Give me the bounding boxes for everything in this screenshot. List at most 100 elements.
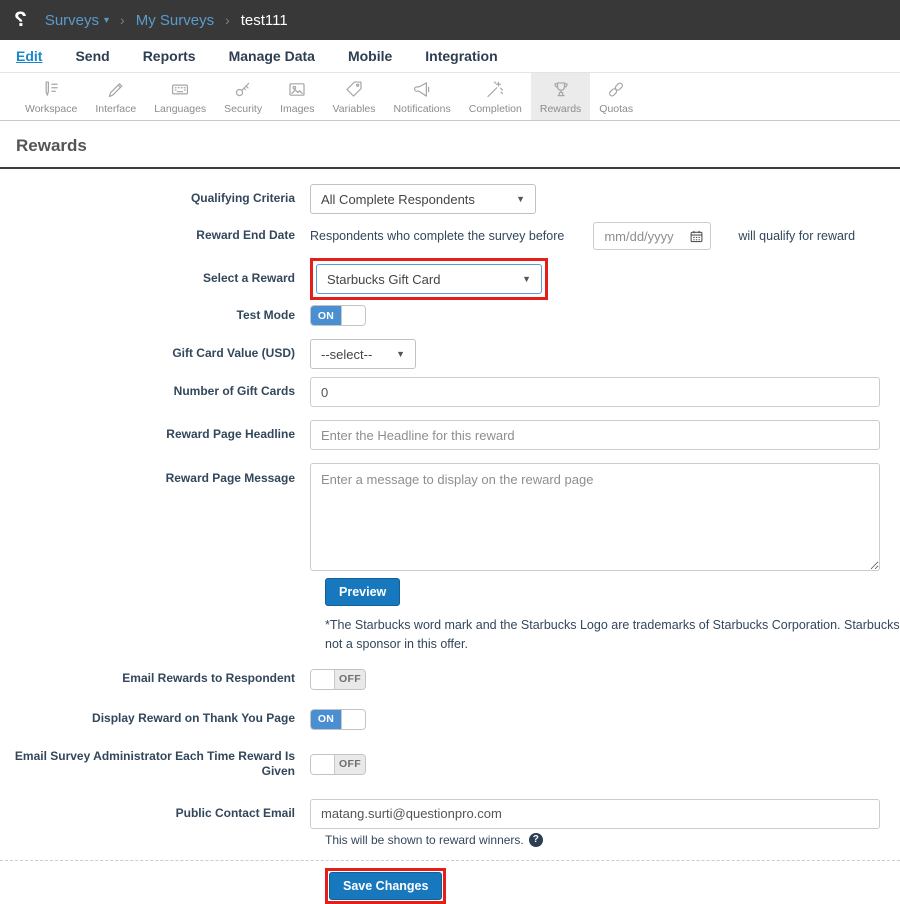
reward-end-date-label: Reward End Date	[0, 228, 310, 244]
tab-send[interactable]: Send	[75, 48, 109, 64]
select-reward-label: Select a Reward	[0, 271, 310, 287]
breadcrumb-my-surveys[interactable]: My Surveys	[136, 12, 214, 29]
breadcrumb-current-survey: test111	[241, 12, 288, 29]
save-changes-button[interactable]: Save Changes	[329, 872, 442, 900]
breadcrumb-separator-icon: ›	[120, 12, 125, 28]
starbucks-disclaimer-text: *The Starbucks word mark and the Starbuc…	[325, 616, 900, 655]
dashed-divider	[0, 860, 900, 861]
toggle-track	[311, 670, 335, 689]
toggle-state-label: ON	[311, 710, 341, 729]
top-bar: ? Surveys ▾ › My Surveys › test111	[0, 0, 900, 40]
toolbar-item-completion[interactable]: Completion	[460, 73, 531, 120]
help-question-icon[interactable]: ?	[529, 833, 543, 847]
toolbar-item-label: Images	[280, 103, 314, 115]
toolbar-item-quotas[interactable]: Quotas	[590, 73, 642, 120]
public-contact-email-row: Public Contact Email	[0, 799, 900, 829]
qualifying-criteria-label: Qualifying Criteria	[0, 191, 310, 207]
select-reward-row: Select a Reward Starbucks Gift Card ▼	[0, 258, 900, 300]
qualifying-criteria-select[interactable]: All Complete Respondents ▼	[310, 184, 536, 214]
reward-page-message-textarea[interactable]	[310, 463, 880, 571]
toolbar-item-label: Languages	[154, 103, 206, 115]
toggle-track	[341, 306, 365, 325]
trophy-icon	[549, 79, 573, 100]
display-reward-toggle[interactable]: ON	[310, 709, 366, 730]
toggle-state-label: ON	[311, 306, 341, 325]
preview-button[interactable]: Preview	[325, 578, 400, 606]
chain-links-icon	[604, 79, 628, 100]
public-contact-email-input[interactable]	[310, 799, 880, 829]
end-date-field-wrap	[593, 222, 711, 250]
toolbar-item-label: Interface	[95, 103, 136, 115]
qualifying-criteria-row: Qualifying Criteria All Complete Respond…	[0, 184, 900, 214]
questionpro-logo[interactable]: ?	[14, 8, 27, 32]
save-row: Save Changes	[325, 868, 900, 904]
end-date-suffix-text: will qualify for reward	[738, 229, 855, 243]
breadcrumb-separator-icon: ›	[225, 12, 230, 28]
gift-card-value-value: --select--	[321, 347, 372, 362]
email-rewards-toggle[interactable]: OFF	[310, 669, 366, 690]
toggle-track	[341, 710, 365, 729]
toggle-state-label: OFF	[335, 755, 365, 774]
toolbar-item-variables[interactable]: Variables	[324, 73, 385, 120]
breadcrumb-surveys[interactable]: Surveys	[45, 12, 99, 29]
email-rewards-label: Email Rewards to Respondent	[0, 671, 310, 687]
toolbar-item-label: Security	[224, 103, 262, 115]
email-admin-toggle[interactable]: OFF	[310, 754, 366, 775]
reward-page-message-label: Reward Page Message	[0, 463, 310, 487]
toolbar-item-label: Completion	[469, 103, 522, 115]
magic-wand-icon	[483, 79, 507, 100]
toolbar-item-label: Quotas	[599, 103, 633, 115]
email-admin-row: Email Survey Administrator Each Time Rew…	[0, 749, 900, 780]
select-caret-icon: ▼	[516, 194, 525, 204]
page-title: Rewards	[0, 121, 900, 167]
end-date-prefix-text: Respondents who complete the survey befo…	[310, 229, 564, 243]
select-reward-select[interactable]: Starbucks Gift Card ▼	[316, 264, 542, 294]
number-of-gift-cards-input[interactable]	[310, 377, 880, 407]
toolbar-item-label: Rewards	[540, 103, 581, 115]
pencil-notes-icon	[39, 79, 63, 100]
rewards-form: Qualifying Criteria All Complete Respond…	[0, 169, 900, 904]
reward-page-headline-label: Reward Page Headline	[0, 427, 310, 443]
pen-icon	[104, 79, 128, 100]
gift-card-value-row: Gift Card Value (USD) --select-- ▼	[0, 339, 900, 369]
toolbar-item-label: Variables	[333, 103, 376, 115]
number-of-gift-cards-label: Number of Gift Cards	[0, 384, 310, 400]
test-mode-row: Test Mode ON	[0, 305, 900, 326]
toolbar-item-images[interactable]: Images	[271, 73, 323, 120]
calendar-icon[interactable]	[690, 230, 703, 243]
tab-manage-data[interactable]: Manage Data	[229, 48, 315, 64]
toggle-state-label: OFF	[335, 670, 365, 689]
display-reward-row: Display Reward on Thank You Page ON	[0, 709, 900, 730]
reward-page-headline-input[interactable]	[310, 420, 880, 450]
toolbar-item-interface[interactable]: Interface	[86, 73, 145, 120]
preview-row: Preview	[325, 578, 900, 606]
public-email-help-row: This will be shown to reward winners. ?	[325, 833, 900, 847]
reward-end-date-row: Reward End Date Respondents who complete…	[0, 222, 900, 250]
toolbar-item-workspace[interactable]: Workspace	[16, 73, 86, 120]
display-reward-label: Display Reward on Thank You Page	[0, 711, 310, 727]
select-caret-icon: ▼	[522, 274, 531, 284]
toolbar-item-label: Workspace	[25, 103, 77, 115]
toolbar-item-languages[interactable]: Languages	[145, 73, 215, 120]
tab-integration[interactable]: Integration	[425, 48, 497, 64]
public-email-help-text: This will be shown to reward winners.	[325, 833, 524, 847]
qualifying-criteria-value: All Complete Respondents	[321, 192, 475, 207]
number-of-gift-cards-row: Number of Gift Cards	[0, 377, 900, 407]
tab-mobile[interactable]: Mobile	[348, 48, 392, 64]
gift-card-value-select[interactable]: --select-- ▼	[310, 339, 416, 369]
public-contact-email-label: Public Contact Email	[0, 806, 310, 822]
keyboard-icon	[168, 79, 192, 100]
toolbar-item-rewards[interactable]: Rewards	[531, 73, 590, 120]
picture-icon	[285, 79, 309, 100]
annotation-highlight-box: Starbucks Gift Card ▼	[310, 258, 548, 300]
tab-reports[interactable]: Reports	[143, 48, 196, 64]
tab-edit[interactable]: Edit	[16, 48, 42, 64]
select-caret-icon: ▼	[396, 349, 405, 359]
chevron-down-icon[interactable]: ▾	[104, 15, 109, 26]
email-rewards-row: Email Rewards to Respondent OFF	[0, 669, 900, 690]
test-mode-toggle[interactable]: ON	[310, 305, 366, 326]
toolbar-item-security[interactable]: Security	[215, 73, 271, 120]
reward-page-headline-row: Reward Page Headline	[0, 420, 900, 450]
toolbar-item-notifications[interactable]: Notifications	[385, 73, 460, 120]
edit-toolbar: Workspace Interface Languages Security I…	[0, 73, 900, 121]
